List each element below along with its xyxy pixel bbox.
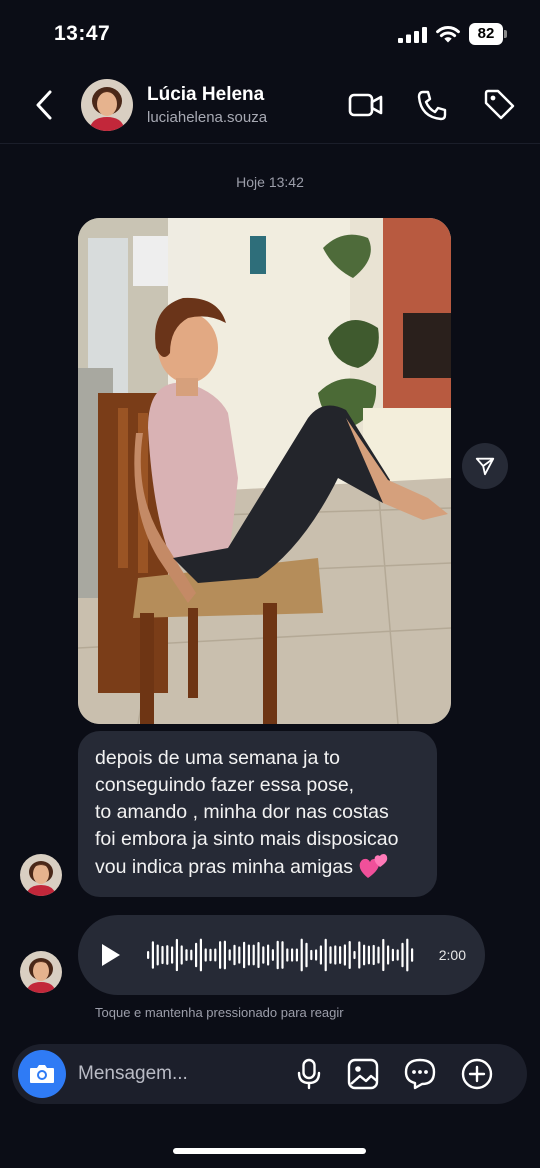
cellular-signal-icon (398, 27, 427, 43)
contact-name[interactable]: Lúcia Helena (147, 84, 264, 106)
status-time: 13:47 (54, 22, 111, 45)
message-line: to amando , minha dor nas costas (95, 801, 389, 823)
battery-icon: 82 (469, 23, 507, 45)
exercise-photo (78, 218, 451, 724)
chat-header: Lúcia Helena luciahelena.souza (0, 68, 540, 144)
reaction-hint: Toque e mantenha pressionado para reagir (95, 1005, 344, 1020)
two-hearts-emoji-icon (360, 854, 388, 878)
contact-avatar[interactable] (81, 79, 133, 131)
play-icon[interactable] (100, 942, 122, 968)
voice-message-bubble[interactable]: 2:00 (78, 915, 485, 995)
text-message-bubble[interactable]: depois de uma semana ja to conseguindo f… (78, 731, 437, 897)
photo-message[interactable] (78, 218, 451, 724)
gallery-icon[interactable] (346, 1057, 380, 1091)
home-indicator (173, 1148, 366, 1154)
voice-duration: 2:00 (438, 947, 466, 963)
wifi-icon (436, 26, 460, 43)
status-bar: 13:47 82 (0, 0, 540, 68)
send-icon (475, 457, 495, 476)
sender-avatar[interactable] (20, 854, 62, 896)
message-line: depois de uma semana ja to (95, 747, 340, 769)
message-composer (12, 1044, 527, 1104)
message-line: foi embora ja sinto mais disposicao (95, 828, 399, 850)
share-button[interactable] (462, 443, 508, 489)
message-timestamp: Hoje 13:42 (236, 174, 304, 190)
camera-icon (30, 1065, 54, 1083)
camera-button[interactable] (18, 1050, 66, 1098)
phone-call-icon[interactable] (415, 88, 449, 122)
sender-avatar[interactable] (20, 951, 62, 993)
battery-level: 82 (469, 23, 503, 45)
message-line: vou indica pras minha amigas (95, 856, 353, 878)
plus-icon[interactable] (460, 1057, 494, 1091)
sticker-icon[interactable] (403, 1057, 437, 1091)
back-icon[interactable] (30, 88, 58, 122)
message-line: conseguindo fazer essa pose, (95, 774, 355, 796)
video-call-icon[interactable] (348, 90, 384, 120)
microphone-icon[interactable] (294, 1058, 324, 1090)
message-input[interactable] (78, 1044, 278, 1104)
tag-icon[interactable] (482, 87, 516, 121)
contact-handle[interactable]: luciahelena.souza (147, 109, 267, 126)
